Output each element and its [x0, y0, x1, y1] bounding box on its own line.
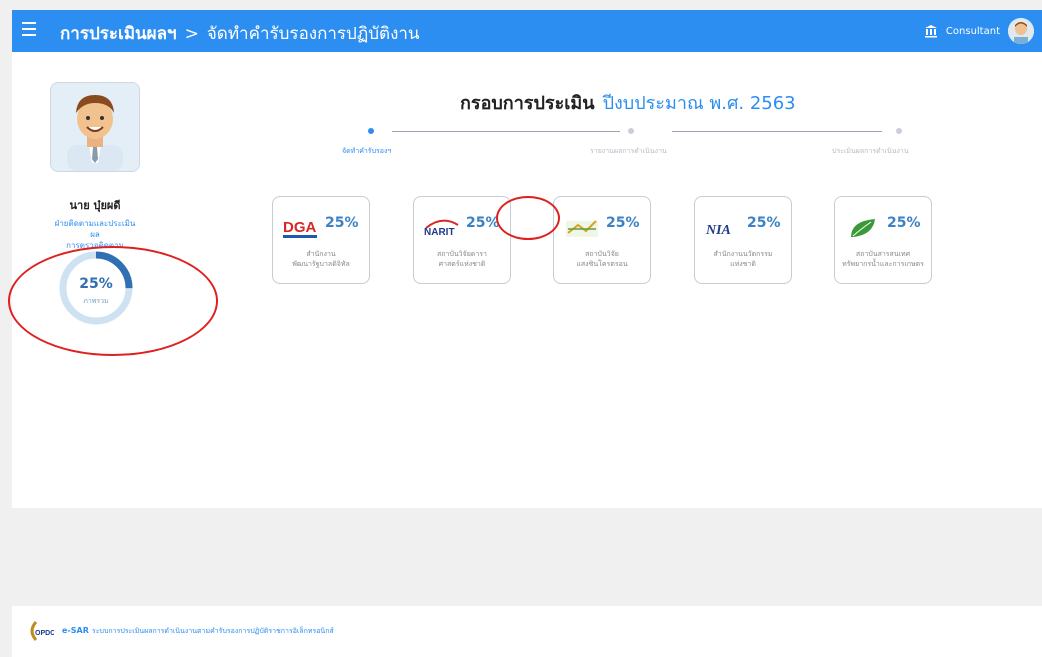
page-title-label: กรอบการประเมิน [460, 93, 595, 114]
breadcrumb: การประเมินผลฯ > จัดทำคำรับรองการปฏิบัติงาน [60, 20, 420, 47]
agency-card-haii[interactable]: 25% สถาบันสารสนเทศ ทรัพยากรน้ำและการเกษต… [834, 196, 932, 284]
agency-name: สำนักงานนวัตกรรม แห่งชาติ [699, 249, 787, 269]
svg-text:OPDC: OPDC [35, 630, 54, 637]
nia-logo-icon: NIA [705, 215, 741, 241]
annotation-ellipse [496, 196, 560, 240]
profile-department-line1: ฝ่ายติดตามและประเมินผล [54, 219, 136, 239]
dga-logo-icon: DGA [283, 215, 319, 241]
profile-name: นาย บุ๋ยผดี [69, 199, 121, 212]
breadcrumb-current: จัดทำคำรับรองการปฏิบัติงาน [206, 24, 420, 44]
agency-name-line1: สถาบันวิจัย [585, 250, 619, 258]
agency-percent: 25% [747, 215, 781, 231]
svg-text:NARIT: NARIT [424, 227, 455, 238]
annotation-ellipse [8, 246, 218, 356]
agency-percent: 25% [325, 215, 359, 231]
footer-description: ระบบการประเมินผลการดำเนินงานตามคำรับรองก… [92, 627, 334, 635]
agency-name: สถาบันวิจัยดารา ศาสตร์แห่งชาติ [418, 249, 506, 269]
step-dot-2[interactable] [628, 128, 634, 134]
narit-logo-icon: NARIT [424, 215, 460, 241]
agency-percent: 25% [466, 215, 500, 231]
step-label-2[interactable]: รายงานผลการดำเนินงาน [590, 146, 667, 157]
leaf-logo-icon [845, 215, 881, 241]
agency-name-line1: สถาบันสารสนเทศ [855, 250, 911, 258]
agency-percent: 25% [887, 215, 921, 231]
agency-name-line2: แสงซินโครตรอน [576, 260, 628, 268]
step-connector [672, 131, 882, 132]
synchrotron-logo-icon [564, 215, 600, 241]
stepper: จัดทำคำรับรองฯ รายงานผลการดำเนินงาน ประเ… [312, 126, 932, 166]
svg-text:NIA: NIA [705, 223, 731, 238]
svg-text:DGA: DGA [283, 219, 317, 236]
agency-name-line2: ศาสตร์แห่งชาติ [438, 260, 486, 268]
user-menu[interactable]: Consultant [924, 14, 1034, 48]
agency-name: สถาบันสารสนเทศ ทรัพยากรน้ำและการเกษตร [839, 249, 927, 269]
user-role: Consultant [945, 25, 1000, 37]
user-avatar[interactable] [1008, 18, 1034, 44]
breadcrumb-separator: > [184, 24, 199, 44]
agency-card-narit[interactable]: NARIT 25% สถาบันวิจัยดารา ศาสตร์แห่งชาติ [413, 196, 511, 284]
agency-name-line1: สำนักงาน [306, 250, 336, 258]
institution-icon [924, 24, 938, 38]
agency-name: สถาบันวิจัย แสงซินโครตรอน [558, 249, 646, 269]
agency-name-line2: พัฒนารัฐบาลดิจิทัล [292, 260, 350, 268]
agency-card-dga[interactable]: DGA 25% สำนักงาน พัฒนารัฐบาลดิจิทัล [272, 196, 370, 284]
fiscal-year: ปีงบประมาณ พ.ศ. 2563 [602, 93, 796, 114]
agency-card-synchrotron[interactable]: 25% สถาบันวิจัย แสงซินโครตรอน [553, 196, 651, 284]
step-label-3[interactable]: ประเมินผลการดำเนินงาน [832, 146, 909, 157]
step-connector [392, 131, 620, 132]
agency-name-line2: ทรัพยากรน้ำและการเกษตร [842, 260, 924, 268]
opdc-logo-icon: OPDC [28, 620, 55, 642]
agency-card-nia[interactable]: NIA 25% สำนักงานนวัตกรรม แห่งชาติ [694, 196, 792, 284]
agency-name-line1: สำนักงานนวัตกรรม [713, 250, 773, 258]
step-dot-3[interactable] [896, 128, 902, 134]
breadcrumb-main[interactable]: การประเมินผลฯ [60, 24, 177, 44]
page-title: กรอบการประเมิน ปีงบประมาณ พ.ศ. 2563 [460, 88, 796, 117]
avatar [50, 82, 140, 172]
step-label-1[interactable]: จัดทำคำรับรองฯ [342, 146, 391, 157]
footer: OPDC e-SAR ระบบการประเมินผลการดำเนินงานต… [12, 606, 1042, 657]
agency-name-line1: สถาบันวิจัยดารา [437, 250, 487, 258]
profile-card: นาย บุ๋ยผดี ฝ่ายติดตามและประเมินผล การตร… [50, 82, 140, 251]
agency-percent: 25% [606, 215, 640, 231]
agency-name: สำนักงาน พัฒนารัฐบาลดิจิทัล [277, 249, 365, 269]
agency-name-line2: แห่งชาติ [730, 260, 756, 268]
footer-brand: e-SAR [62, 626, 89, 635]
step-dot-1[interactable] [368, 128, 374, 134]
top-bar: การประเมินผลฯ > จัดทำคำรับรองการปฏิบัติงาน… [12, 10, 1042, 52]
hamburger-icon[interactable] [22, 22, 36, 36]
